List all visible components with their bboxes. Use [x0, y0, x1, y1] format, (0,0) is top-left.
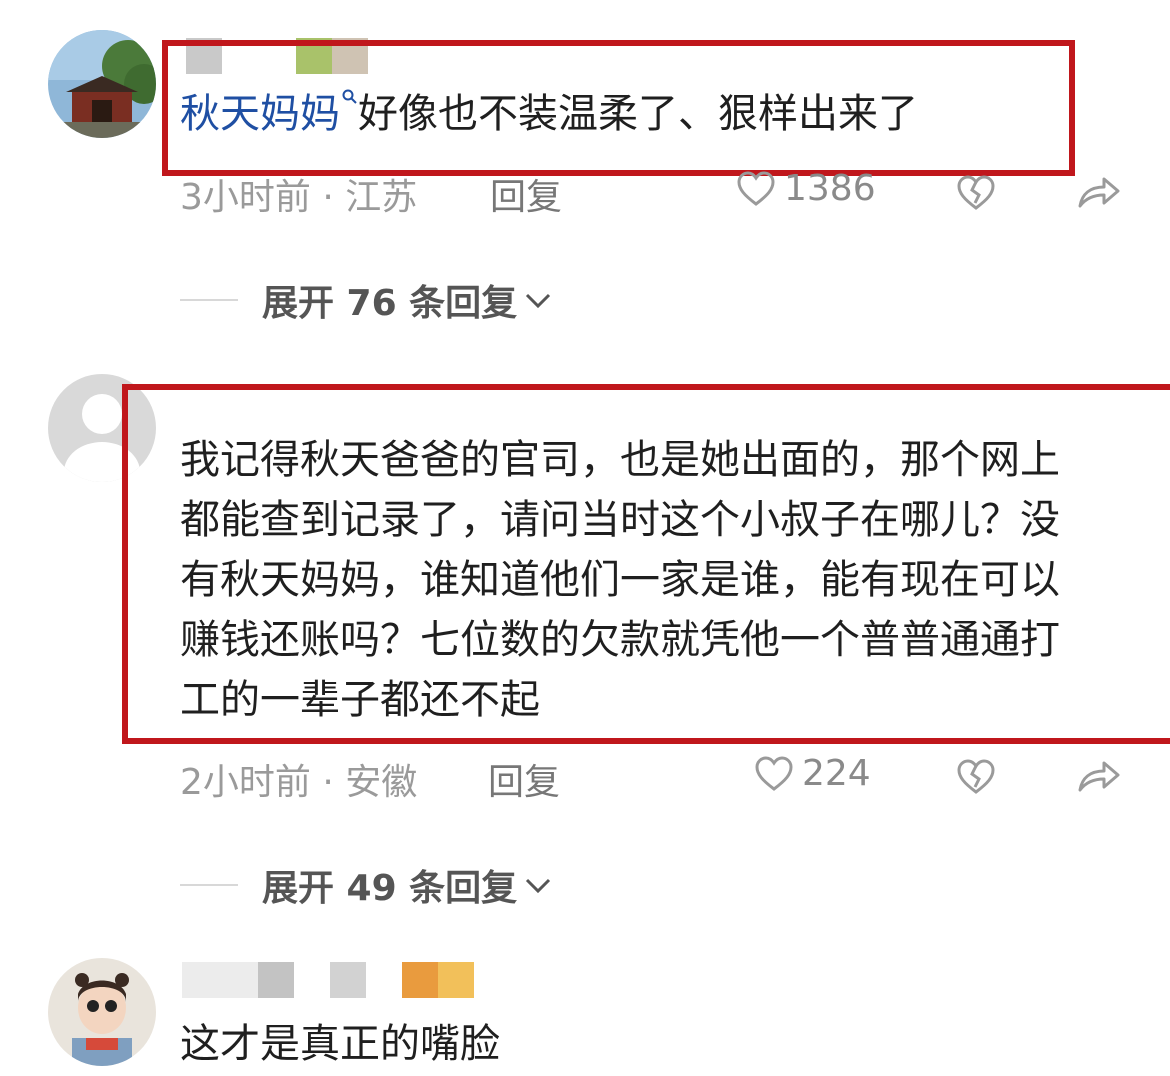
- broken-heart-icon[interactable]: [956, 172, 996, 212]
- chevron-down-icon: [526, 293, 551, 309]
- heart-icon: [755, 755, 793, 791]
- highlight-box: [122, 384, 1170, 744]
- reply-button[interactable]: 回复: [490, 168, 562, 220]
- broken-heart-icon[interactable]: [956, 756, 996, 796]
- time-location: 3小时前 · 江苏: [180, 177, 418, 218]
- like-button[interactable]: 1386: [736, 168, 876, 209]
- share-icon[interactable]: [1076, 756, 1122, 796]
- chevron-down-icon: [526, 878, 551, 894]
- like-count: 1386: [784, 168, 876, 209]
- username-redacted: [182, 962, 474, 998]
- heart-icon: [737, 170, 775, 206]
- highlight-box: [162, 40, 1075, 176]
- avatar[interactable]: [48, 30, 156, 138]
- expand-replies[interactable]: 展开 76 条回复: [180, 274, 553, 326]
- divider-line: [180, 884, 238, 886]
- divider-line: [180, 299, 238, 301]
- comment-text: 这才是真正的嘴脸: [180, 1021, 500, 1067]
- reply-button[interactable]: 回复: [488, 753, 560, 805]
- like-button[interactable]: 224: [754, 753, 871, 794]
- expand-replies[interactable]: 展开 49 条回复: [180, 859, 553, 911]
- time-location: 2小时前 · 安徽: [180, 762, 418, 803]
- share-icon[interactable]: [1076, 172, 1122, 212]
- avatar[interactable]: [48, 958, 156, 1066]
- like-count: 224: [802, 753, 871, 794]
